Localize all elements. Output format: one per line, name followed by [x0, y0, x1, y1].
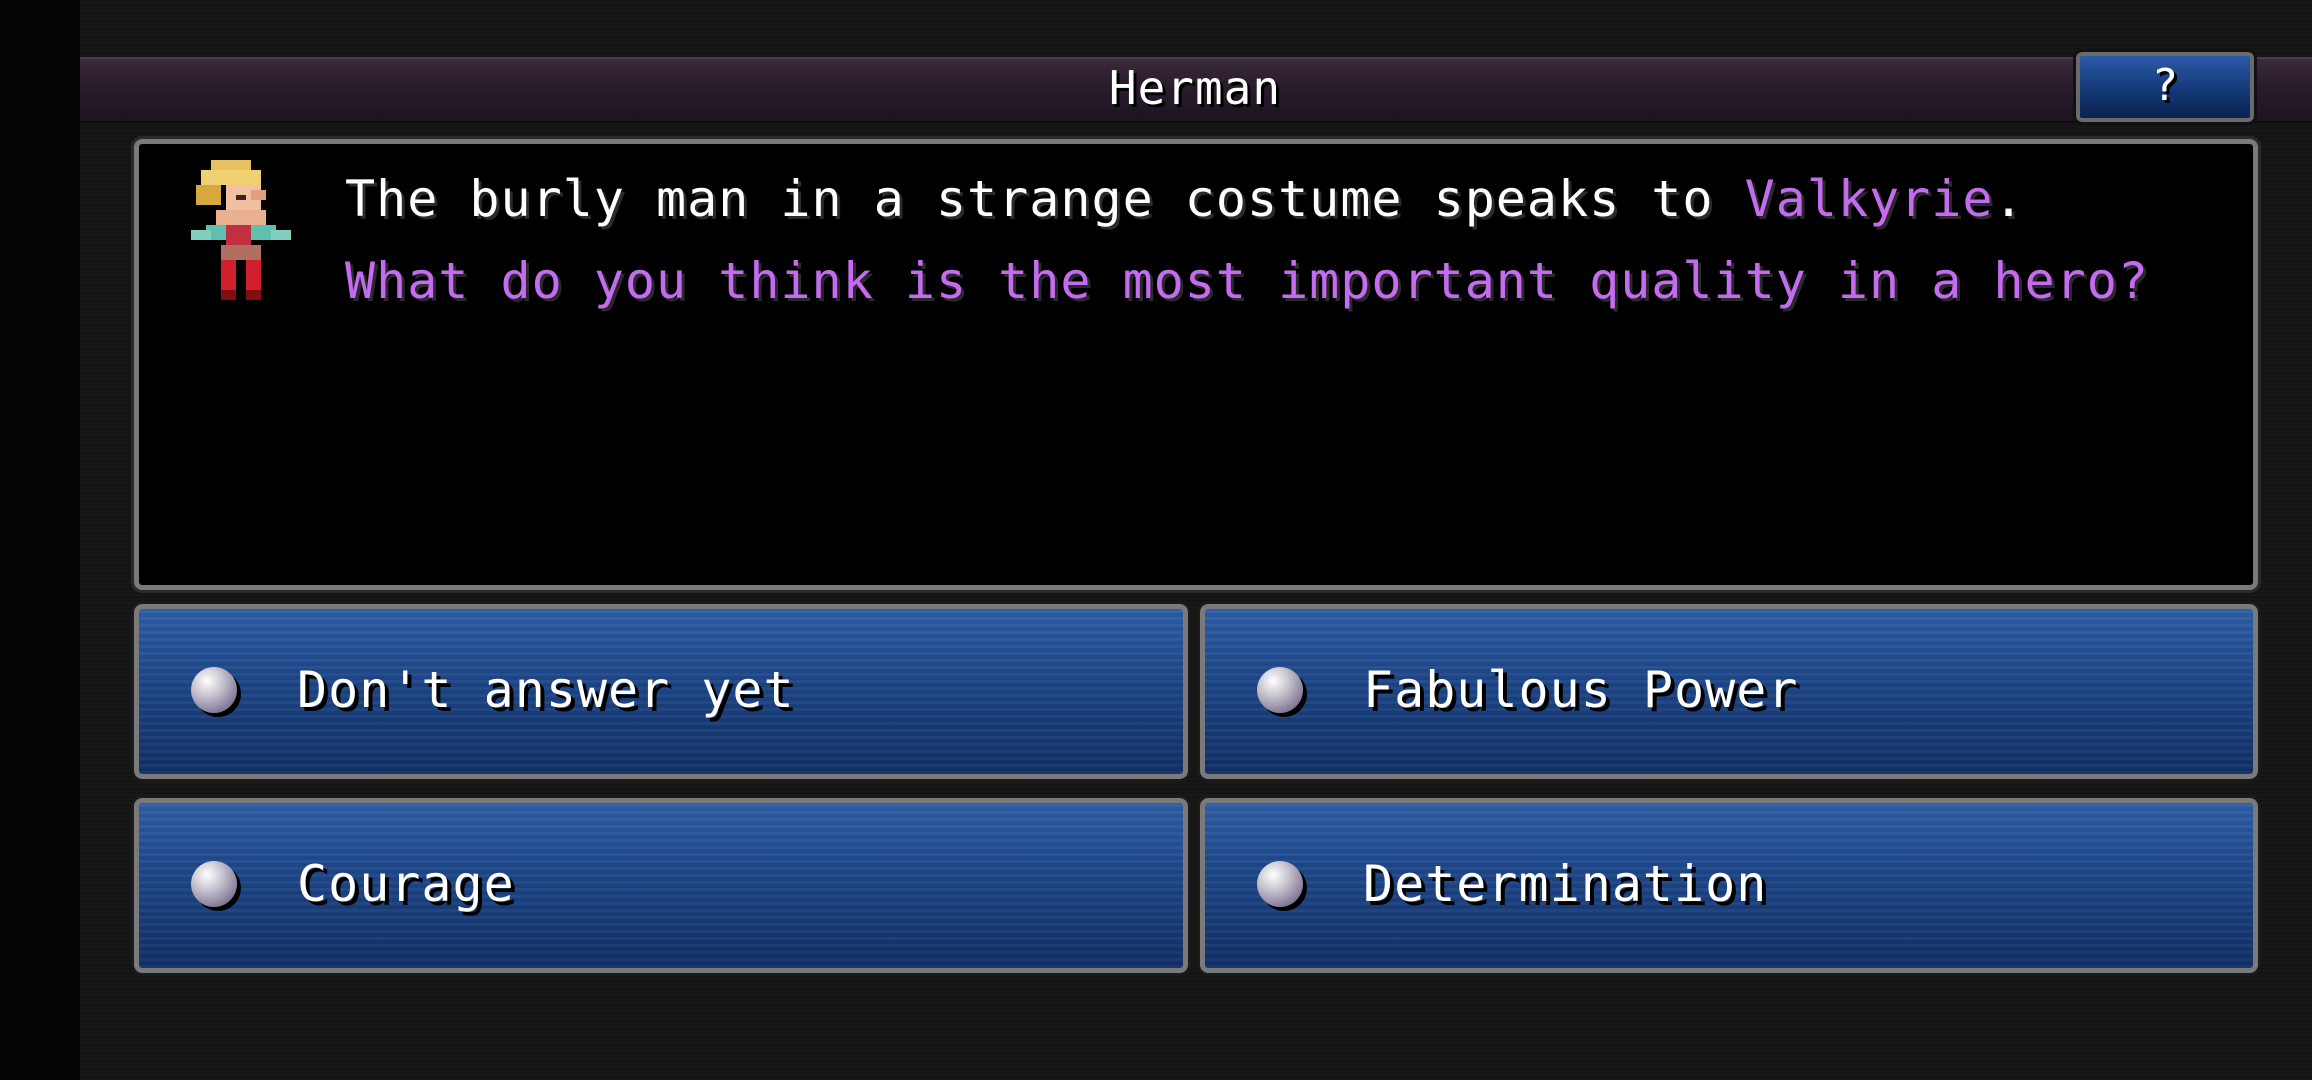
- choice-fabulous-power[interactable]: Fabulous Power: [1197, 601, 2261, 782]
- choice-courage[interactable]: Courage: [131, 795, 1191, 976]
- dialog-line-1: The burly man in a strange costume speak…: [345, 170, 2025, 228]
- choice-dont-answer-yet[interactable]: Don't answer yet: [131, 601, 1191, 782]
- orb-bullet-icon: [1257, 861, 1303, 907]
- choice-label: Determination: [1363, 855, 1768, 913]
- help-button[interactable]: ?: [2073, 49, 2257, 125]
- dialog-question: What do you think is the most important …: [345, 252, 2149, 310]
- left-edge-bar: [0, 0, 80, 1080]
- dialog-narration: The burly man in a strange costume speak…: [345, 170, 1745, 228]
- orb-bullet-icon: [191, 667, 237, 713]
- choice-label: Courage: [297, 855, 515, 913]
- orb-bullet-icon: [1257, 667, 1303, 713]
- speaker-name: Valkyrie: [1744, 170, 1994, 228]
- dialog-period: .: [1993, 170, 2025, 228]
- choice-determination[interactable]: Determination: [1197, 795, 2261, 976]
- npc-portrait-icon: [191, 160, 291, 300]
- choice-label: Fabulous Power: [1363, 661, 1799, 719]
- npc-name-title: Herman: [1108, 61, 1282, 115]
- choice-label: Don't answer yet: [297, 661, 795, 719]
- game-screen: Herman ? The burly man in a strange cost…: [0, 0, 2312, 1080]
- orb-bullet-icon: [191, 861, 237, 907]
